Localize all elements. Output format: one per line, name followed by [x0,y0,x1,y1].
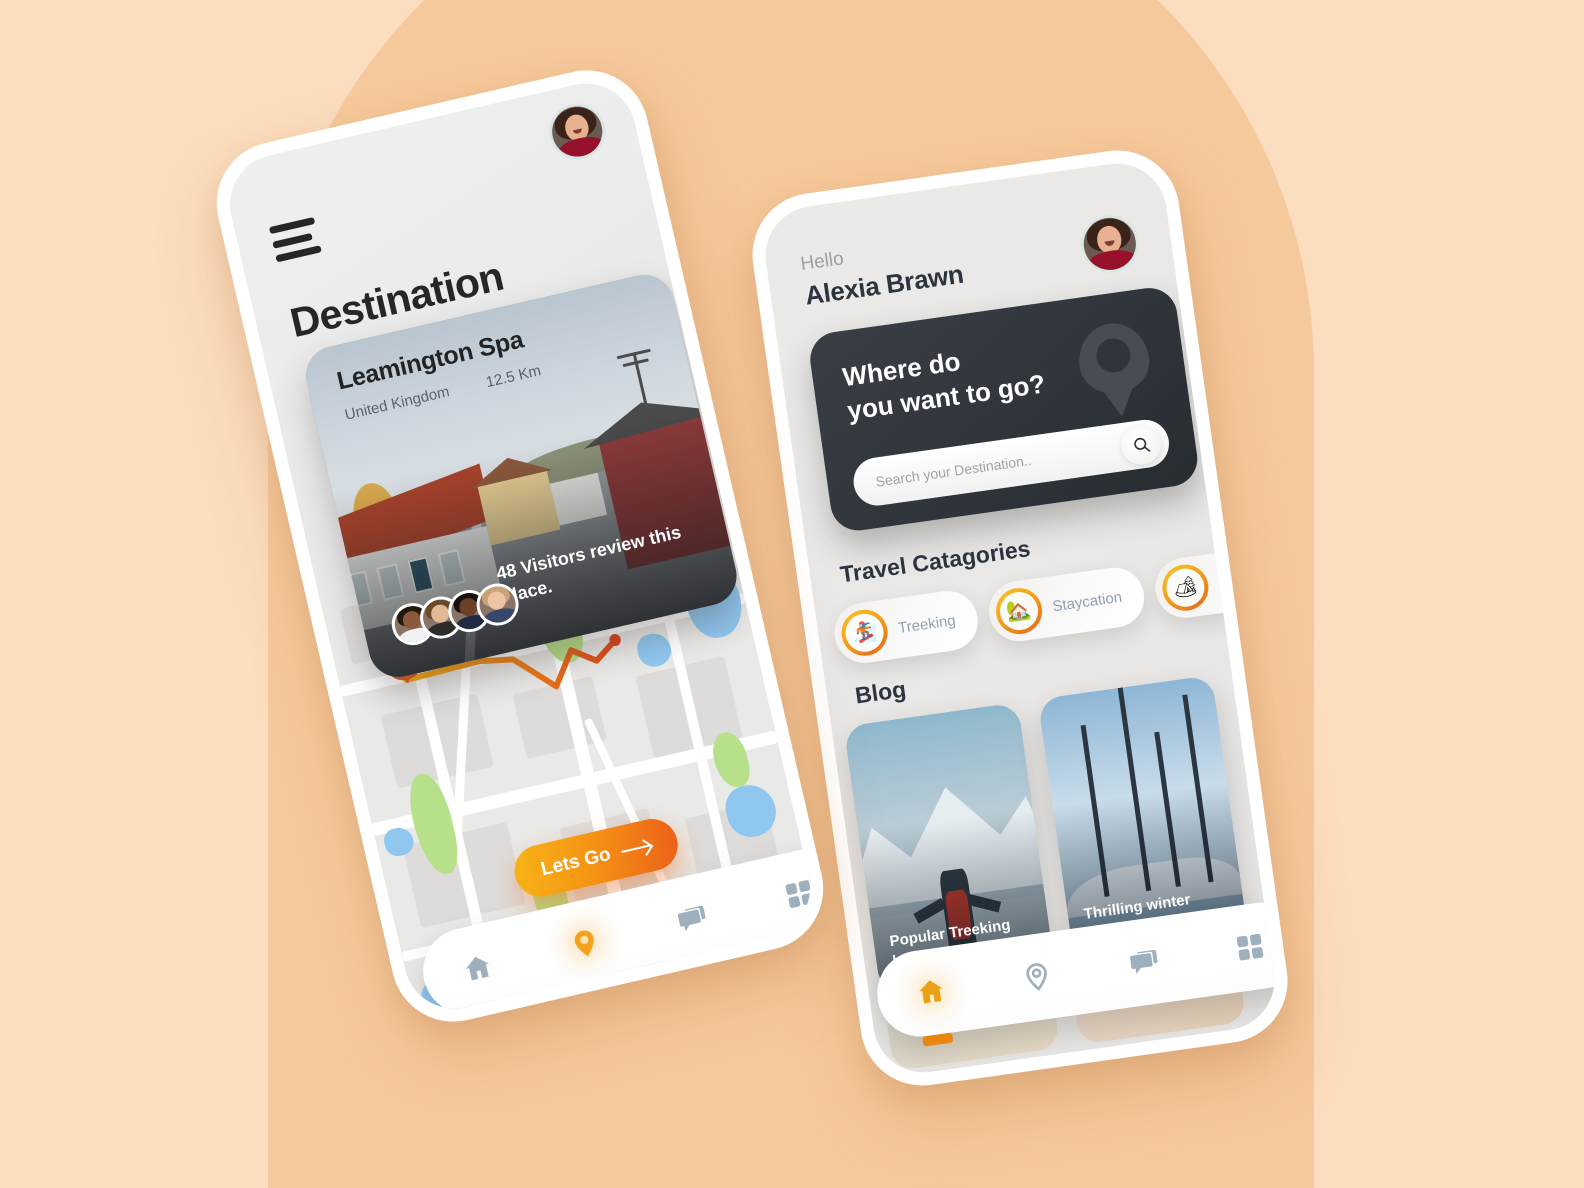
nav-item-location[interactable] [1000,940,1075,1015]
house-icon: 🏡 [992,585,1045,638]
nav-item-chat[interactable] [1107,925,1182,1000]
arrow-right-icon [620,844,651,854]
house-glyph: 🏡 [997,589,1041,633]
nav-item-grid[interactable] [1213,910,1281,985]
blog-title: Blog [853,675,908,709]
category-pill-staycation[interactable]: 🏡 Staycation [984,563,1148,645]
home-icon [919,980,943,1004]
nav-item-home[interactable] [438,929,517,1008]
category-label: Treeking [897,611,957,637]
chat-icon [1129,949,1158,974]
tent-icon: 🏕 [1159,561,1212,614]
search-button[interactable] [1118,421,1164,468]
hiker-glyph: 🏂 [843,611,887,655]
chat-icon [677,905,706,932]
home-icon [466,956,489,981]
search-bar[interactable]: Search your Destination.. [850,416,1173,509]
nav-item-grid[interactable] [760,854,820,933]
category-pill-treeking[interactable]: 🏂 Treeking [830,587,982,667]
avatar[interactable] [1077,211,1143,277]
categories-title: Travel Catagories [838,535,1032,588]
location-pin-icon [574,930,594,957]
search-card: Where do you want to go? Search your Des… [806,284,1201,534]
hamburger-icon[interactable] [268,216,322,263]
location-pin-icon [1074,318,1154,398]
tent-glyph: 🏕 [1163,566,1207,610]
grid-icon [785,880,814,908]
greeting-block: Hello Alexia Brawn [799,232,965,312]
nav-item-location[interactable] [546,904,625,999]
search-heading: Where do you want to go? [840,345,1047,426]
search-input[interactable]: Search your Destination.. [875,439,1123,490]
lets-go-label: Lets Go [539,843,613,881]
hiker-icon: 🏂 [838,606,891,659]
location-pin-icon [1026,963,1048,991]
nav-item-chat[interactable] [653,879,732,958]
nav-item-home[interactable] [894,955,969,1047]
category-label: Staycation [1051,588,1124,615]
grid-icon [1237,933,1264,961]
search-icon [1133,437,1150,452]
